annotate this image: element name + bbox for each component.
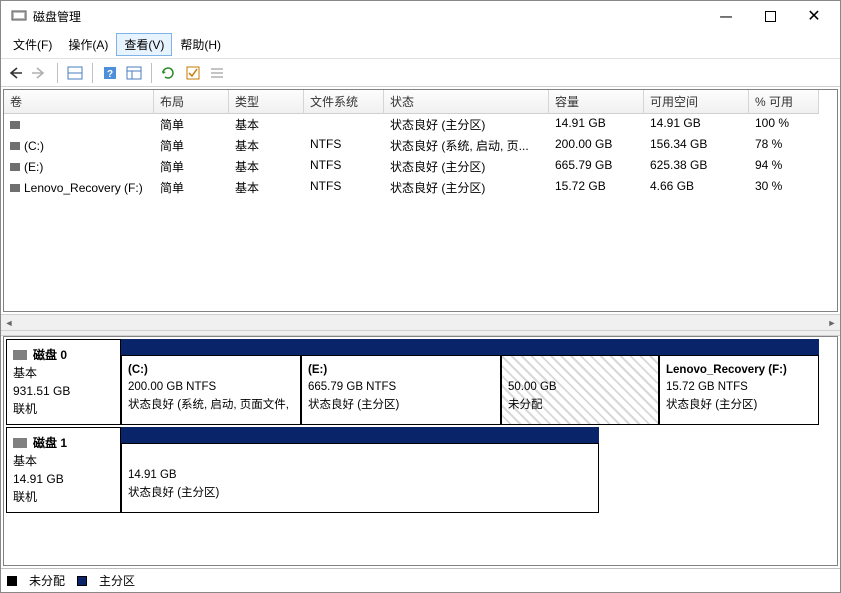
menu-file[interactable]: 文件(F) (5, 33, 60, 56)
menu-view[interactable]: 查看(V) (116, 33, 172, 56)
disk-info[interactable]: 磁盘 1基本14.91 GB联机 (6, 427, 121, 513)
volume-icon (10, 163, 20, 171)
disk-stripe (121, 427, 599, 443)
help-button[interactable]: ? (99, 62, 121, 84)
disk-stripe (121, 339, 819, 355)
col-fs[interactable]: 文件系统 (304, 90, 384, 114)
toolbar: ? (1, 59, 840, 87)
legend-unalloc-label: 未分配 (29, 572, 65, 589)
menubar: 文件(F) 操作(A) 查看(V) 帮助(H) (1, 31, 840, 59)
partition[interactable]: 14.91 GB状态良好 (主分区) (121, 443, 599, 513)
partition-unallocated[interactable]: 50.00 GB未分配 (501, 355, 659, 425)
back-button[interactable] (5, 62, 27, 84)
volume-row[interactable]: 简单基本状态良好 (主分区)14.91 GB14.91 GB100 % (4, 114, 837, 135)
col-status[interactable]: 状态 (384, 90, 549, 114)
disk-map: 磁盘 0基本931.51 GB联机(C:)200.00 GB NTFS状态良好 … (3, 336, 838, 566)
volume-list: 简单基本状态良好 (主分区)14.91 GB14.91 GB100 %(C:)简… (4, 114, 837, 311)
list-button[interactable] (206, 62, 228, 84)
disk-info[interactable]: 磁盘 0基本931.51 GB联机 (6, 339, 121, 425)
scroll-right-icon[interactable]: ► (824, 315, 840, 330)
col-layout[interactable]: 布局 (154, 90, 229, 114)
col-free[interactable]: 可用空间 (644, 90, 749, 114)
disk-icon (13, 438, 27, 448)
minimize-button[interactable]: 一 (704, 1, 748, 31)
legend-primary-label: 主分区 (99, 572, 135, 589)
maximize-button[interactable] (748, 1, 792, 31)
col-type[interactable]: 类型 (229, 90, 304, 114)
disk-mgmt-icon (11, 8, 27, 24)
partition[interactable]: (C:)200.00 GB NTFS状态良好 (系统, 启动, 页面文件, (121, 355, 301, 425)
partition[interactable]: (E:)665.79 GB NTFS状态良好 (主分区) (301, 355, 501, 425)
checklist-button[interactable] (182, 62, 204, 84)
menu-action[interactable]: 操作(A) (60, 33, 116, 56)
col-capacity[interactable]: 容量 (549, 90, 644, 114)
scroll-left-icon[interactable]: ◄ (1, 315, 17, 330)
menu-help[interactable]: 帮助(H) (172, 33, 229, 56)
legend-primary-swatch (77, 576, 87, 586)
svg-text:?: ? (107, 69, 113, 80)
settings-button[interactable] (123, 62, 145, 84)
disk-icon (13, 350, 27, 360)
col-pct[interactable]: % 可用 (749, 90, 819, 114)
partition[interactable]: Lenovo_Recovery (F:)15.72 GB NTFS状态良好 (主… (659, 355, 819, 425)
volume-icon (10, 184, 20, 192)
legend: 未分配 主分区 (1, 568, 840, 592)
volume-row[interactable]: (C:)简单基本NTFS状态良好 (系统, 启动, 页...200.00 GB1… (4, 135, 837, 156)
col-volume[interactable]: 卷 (4, 90, 154, 114)
volume-row[interactable]: Lenovo_Recovery (F:)简单基本NTFS状态良好 (主分区)15… (4, 177, 837, 198)
h-scrollbar-top[interactable]: ◄ ► (1, 314, 840, 330)
volume-icon (10, 121, 20, 129)
titlebar: 磁盘管理 一 ✕ (1, 1, 840, 31)
volume-row[interactable]: (E:)简单基本NTFS状态良好 (主分区)665.79 GB625.38 GB… (4, 156, 837, 177)
disk-row: 磁盘 1基本14.91 GB联机 14.91 GB状态良好 (主分区) (6, 427, 835, 513)
volume-icon (10, 142, 20, 150)
forward-button[interactable] (29, 62, 51, 84)
refresh-button[interactable] (158, 62, 180, 84)
window-title: 磁盘管理 (33, 8, 704, 25)
volume-header: 卷 布局 类型 文件系统 状态 容量 可用空间 % 可用 (4, 90, 837, 114)
panes-button[interactable] (64, 62, 86, 84)
legend-unalloc-swatch (7, 576, 17, 586)
disk-row: 磁盘 0基本931.51 GB联机(C:)200.00 GB NTFS状态良好 … (6, 339, 835, 425)
close-button[interactable]: ✕ (792, 1, 836, 31)
